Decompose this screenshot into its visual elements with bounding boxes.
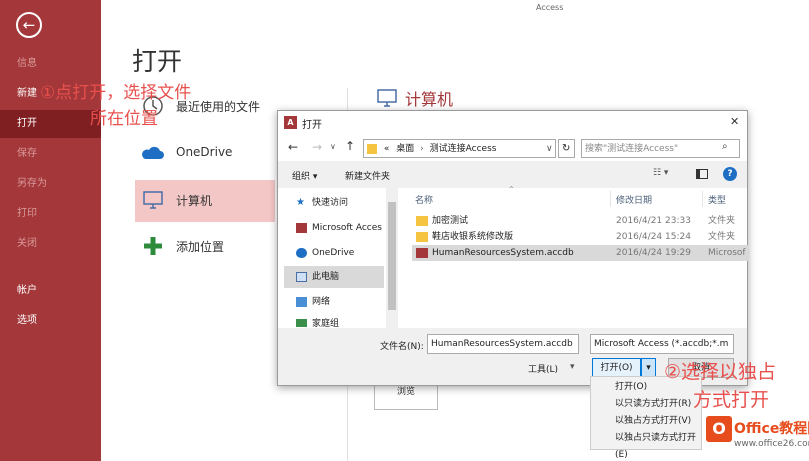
office-logo-icon: O <box>706 416 732 442</box>
open-file-dialog: A 打开 ✕ ← → ∨ ↑ « 桌面 › 测试连接Access ∨ ↻ 搜索"… <box>277 110 748 386</box>
computer-icon <box>143 191 163 209</box>
annotation-step2-line1: ②选择以独占 <box>664 361 777 383</box>
filename-label: 文件名(N): <box>380 342 424 352</box>
computer-icon <box>377 89 397 107</box>
view-options-icon[interactable]: ☷ ▾ <box>653 168 668 178</box>
nav-scrollbar[interactable] <box>386 188 398 328</box>
column-header-type[interactable]: 类型 <box>708 193 726 206</box>
tools-button[interactable]: 工具(L) <box>528 362 558 375</box>
watermark-text: Office教程网 <box>734 421 809 437</box>
column-header-name[interactable]: 名称 <box>415 193 433 206</box>
recent-dropdown-icon[interactable]: ∨ <box>330 142 336 151</box>
location-label: 添加位置 <box>176 240 225 254</box>
location-onedrive[interactable]: OneDrive <box>135 133 275 173</box>
location-label: OneDrive <box>176 145 233 159</box>
right-heading: 计算机 <box>405 90 454 109</box>
up-icon[interactable]: ↑ <box>345 139 355 153</box>
new-folder-button[interactable]: 新建文件夹 <box>345 169 390 182</box>
app-title: Access <box>536 3 564 12</box>
homegroup-icon <box>296 319 307 327</box>
sidebar-item-open[interactable]: 打开 <box>0 110 101 138</box>
menu-item-open-exclusive-readonly[interactable]: 以独占只读方式打开(E) <box>591 430 701 460</box>
back-arrow-icon[interactable]: ← <box>16 12 42 38</box>
organize-button[interactable]: 组织 ▾ <box>292 169 317 182</box>
sidebar-item-save[interactable]: 保存 <box>0 140 101 168</box>
sidebar-item-print[interactable]: 打印 <box>0 200 101 228</box>
location-add[interactable]: 添加位置 <box>135 226 275 266</box>
tree-item-onedrive[interactable]: OneDrive <box>284 242 384 264</box>
sidebar-item-close[interactable]: 关闭 <box>0 230 101 258</box>
watermark-url: www.office26.com <box>734 439 809 449</box>
tools-dropdown-icon[interactable]: ▾ <box>570 362 575 372</box>
page-title: 打开 <box>132 47 183 76</box>
file-type-select[interactable]: Microsoft Access (*.accdb;*.m <box>590 334 734 354</box>
breadcrumb-folder[interactable]: 测试连接Access <box>430 144 497 154</box>
watermark: O Office教程网 www.office26.com <box>706 414 809 458</box>
tree-item-homegroup[interactable]: 家庭组 <box>284 313 384 327</box>
folder-icon <box>416 232 428 242</box>
address-bar[interactable]: « 桌面 › 测试连接Access ∨ <box>363 139 556 158</box>
location-label: 计算机 <box>176 194 213 208</box>
menu-item-open-exclusive[interactable]: 以独占方式打开(V) <box>591 413 701 430</box>
address-dropdown-icon: ∨ <box>546 144 553 154</box>
refresh-icon[interactable]: ↻ <box>558 139 575 158</box>
nav-scrollbar-thumb[interactable] <box>388 202 396 310</box>
breadcrumb-desktop[interactable]: 桌面 <box>396 144 414 154</box>
annotation-step2-line2: 方式打开 <box>693 389 770 411</box>
dialog-title: 打开 <box>302 120 322 131</box>
open-dropdown-icon[interactable]: ▾ <box>641 358 656 378</box>
dialog-titlebar: A 打开 ✕ <box>278 111 747 135</box>
cloud-icon <box>142 146 164 159</box>
close-icon[interactable]: ✕ <box>730 115 739 128</box>
annotation-step1-line1: ①点打开，选择文件 <box>40 83 192 103</box>
filename-input[interactable]: HumanResourcesSystem.accdb <box>427 334 579 354</box>
folder-icon <box>367 143 377 154</box>
back-icon[interactable]: ← <box>288 140 298 154</box>
network-icon <box>296 297 307 307</box>
forward-icon[interactable]: → <box>312 140 322 154</box>
star-icon: ★ <box>296 197 305 208</box>
file-row[interactable]: HumanResourcesSystem.accdb 2016/4/24 19:… <box>412 245 748 261</box>
plus-icon <box>144 237 162 255</box>
annotation-step1-line2: 所在位置 <box>90 109 158 129</box>
access-icon <box>296 223 307 233</box>
sort-up-icon: ⌃ <box>508 185 515 194</box>
folder-icon <box>416 216 428 226</box>
path-overflow[interactable]: « <box>384 144 390 154</box>
tree-item-this-pc[interactable]: 此电脑 <box>284 266 384 288</box>
open-button[interactable]: 打开(O) <box>592 358 641 378</box>
backstage-sidebar: ← 信息 新建 打开 保存 另存为 打印 关闭 帐户 选项 <box>0 0 101 461</box>
search-icon[interactable]: ⌕ <box>722 141 728 152</box>
sidebar-item-save-as[interactable]: 另存为 <box>0 170 101 198</box>
sidebar-item-options[interactable]: 选项 <box>0 307 101 335</box>
cloud-icon <box>296 248 307 258</box>
tree-item-network[interactable]: 网络 <box>284 291 384 313</box>
sidebar-item-account[interactable]: 帐户 <box>0 277 101 305</box>
pc-icon <box>296 272 307 282</box>
access-file-icon <box>416 248 428 258</box>
column-header-date[interactable]: 修改日期 <box>616 193 652 206</box>
access-icon: A <box>284 116 297 129</box>
help-icon[interactable]: ? <box>723 167 737 181</box>
open-dropdown-menu: 打开(O) 以只读方式打开(R) 以独占方式打开(V) 以独占只读方式打开(E) <box>590 376 702 460</box>
search-input[interactable]: 搜索"测试连接Access" <box>581 139 740 158</box>
preview-pane-icon[interactable] <box>696 169 708 179</box>
file-row[interactable]: 鞋店收银系统修改版 2016/4/24 15:24 文件夹 <box>412 229 748 245</box>
tree-item-quick-access[interactable]: ★ 快速访问 <box>284 192 384 214</box>
file-row[interactable]: 加密测试 2016/4/21 23:33 文件夹 <box>412 213 748 229</box>
location-computer[interactable]: 计算机 <box>135 180 275 222</box>
menu-item-open-readonly[interactable]: 以只读方式打开(R) <box>591 396 701 413</box>
tree-item-microsoft-access[interactable]: Microsoft Acces <box>284 217 384 239</box>
sidebar-item-info[interactable]: 信息 <box>0 50 101 78</box>
